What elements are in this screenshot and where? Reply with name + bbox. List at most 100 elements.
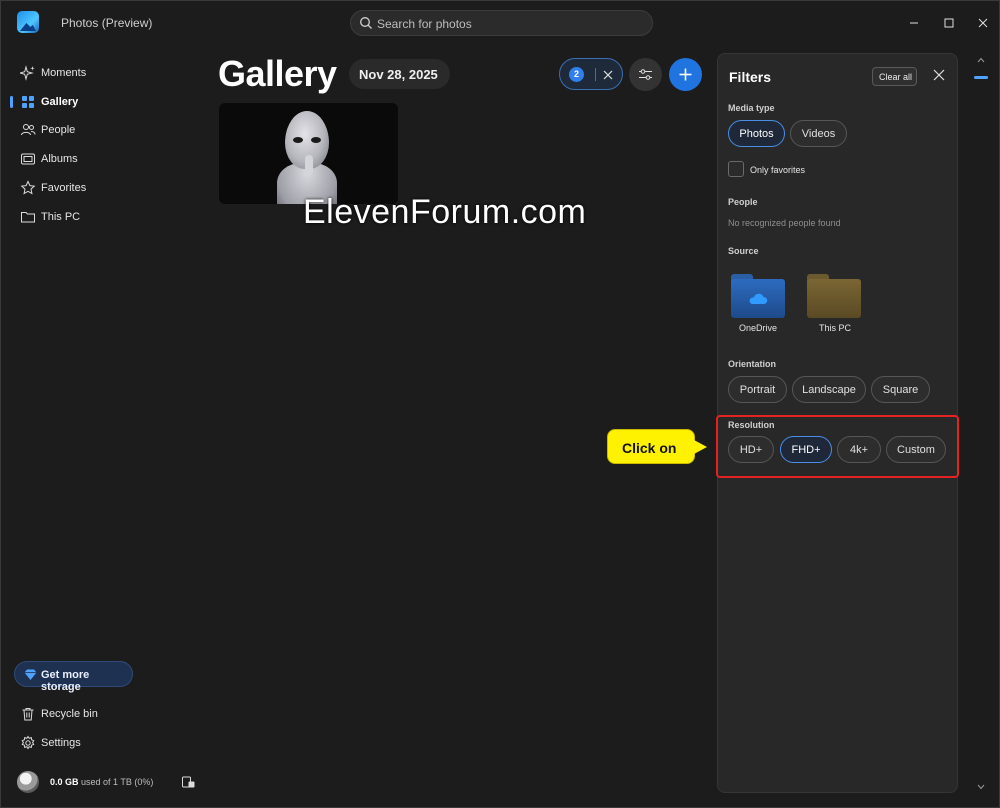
filters-panel: Filters Clear all Media type Photos Vide… (716, 53, 959, 793)
pill-label: 4k+ (849, 444, 869, 456)
scroll-down-icon[interactable] (977, 784, 985, 790)
title-bar: Photos (Preview) Search for photos (1, 1, 1000, 45)
callout-text: Click on (622, 440, 677, 456)
clear-filters-icon[interactable] (601, 68, 615, 82)
sidebar-item-label: Settings (41, 737, 81, 749)
resolution-label: Resolution (728, 420, 775, 430)
pill-label: FHD+ (791, 444, 821, 456)
photo-thumbnail[interactable] (219, 103, 398, 204)
plus-icon (679, 68, 692, 81)
account-avatar[interactable] (17, 771, 39, 793)
orientation-landscape-pill[interactable]: Landscape (792, 376, 866, 403)
diamond-icon (24, 669, 37, 680)
pill-label: Photos (739, 128, 774, 140)
media-type-photos-pill[interactable]: Photos (728, 120, 785, 147)
maximize-icon[interactable] (939, 13, 959, 33)
people-label: People (728, 197, 758, 207)
sidebar-item-albums[interactable]: Albums (11, 146, 201, 172)
this-pc-folder-icon[interactable] (807, 274, 861, 318)
pill-label: Square (882, 384, 919, 396)
date-pill[interactable]: Nov 28, 2025 (349, 59, 450, 89)
click-on-callout: Click on (607, 429, 707, 464)
storage-usage: 0.0 GB used of 1 TB (0%) (50, 777, 153, 787)
clear-all-label: Clear all (879, 72, 913, 82)
photos-app-window: Photos (Preview) Search for photos Momen… (0, 0, 1000, 808)
sidebar-item-label: Albums (41, 153, 78, 165)
sidebar-item-label: Favorites (41, 182, 87, 194)
resolution-fhd-pill[interactable]: FHD+ (780, 436, 832, 463)
star-icon (20, 180, 36, 195)
active-filters-chip[interactable]: 2 (559, 58, 623, 90)
pill-label: Landscape (802, 384, 856, 396)
sidebar-item-favorites[interactable]: Favorites (11, 175, 201, 201)
scroll-up-icon[interactable] (977, 57, 985, 63)
onedrive-sync-icon[interactable] (181, 775, 195, 789)
cloud-icon (749, 293, 768, 304)
search-input[interactable]: Search for photos (377, 17, 472, 31)
storage-button-label: Get more storage (41, 669, 90, 693)
folder-icon (21, 212, 35, 223)
sliders-icon (639, 69, 652, 80)
alien-eye-left (293, 137, 303, 143)
onedrive-folder-icon[interactable] (731, 274, 785, 318)
watermark-text: ElevenForum.com (303, 193, 587, 231)
sidebar-item-people[interactable]: People (11, 117, 201, 143)
only-favorites-label: Only favorites (750, 165, 806, 175)
sidebar-item-gallery[interactable]: Gallery (10, 89, 201, 115)
pill-label: Custom (897, 444, 935, 456)
alien-figure-hand (305, 155, 313, 175)
page-title: Gallery (218, 53, 337, 94)
storage-used-rest: used of 1 TB (0%) (81, 777, 154, 787)
date-label: Nov 28, 2025 (359, 67, 438, 82)
filters-title: Filters (729, 69, 772, 85)
sidebar-item-recycle-bin[interactable]: Recycle bin (11, 701, 201, 727)
sidebar-item-label: Moments (41, 67, 87, 79)
sidebar-item-label: This PC (41, 211, 81, 223)
filter-count-badge: 2 (569, 67, 584, 82)
photos-app-logo-icon (17, 11, 39, 33)
orientation-label: Orientation (728, 359, 777, 369)
chip-divider (595, 68, 596, 81)
pill-label: Videos (801, 128, 836, 140)
gear-icon (21, 735, 35, 750)
sidebar-item-moments[interactable]: Moments (11, 60, 201, 86)
pill-label: HD+ (739, 444, 763, 456)
source-onedrive-label: OneDrive (739, 323, 778, 333)
sparkle-icon (20, 65, 35, 81)
albums-icon (21, 153, 35, 165)
get-more-storage-button[interactable]: Get more storage (14, 661, 133, 693)
sidebar-item-label: Recycle bin (41, 708, 98, 720)
alien-eye-right (311, 137, 321, 143)
app-title: Photos (Preview) (61, 16, 153, 30)
orientation-square-pill[interactable]: Square (871, 376, 930, 403)
source-label: Source (728, 246, 759, 256)
trash-icon (22, 708, 34, 721)
sidebar-item-label: Gallery (41, 96, 79, 108)
close-icon[interactable] (932, 68, 946, 82)
resolution-4k-pill[interactable]: 4k+ (837, 436, 881, 463)
orientation-portrait-pill[interactable]: Portrait (728, 376, 787, 403)
storage-used-value: 0.0 GB (50, 777, 79, 787)
scrollbar-thumb[interactable] (974, 76, 988, 79)
people-empty-message: No recognized people found (728, 218, 841, 228)
active-indicator (10, 96, 13, 108)
search-icon (360, 17, 372, 29)
people-icon (21, 124, 36, 136)
gallery-icon (22, 96, 34, 108)
source-this-pc-label: This PC (819, 323, 852, 333)
media-type-label: Media type (728, 103, 775, 113)
media-type-videos-pill[interactable]: Videos (790, 120, 847, 147)
add-button[interactable] (669, 58, 702, 91)
search-box[interactable]: Search for photos (350, 10, 653, 36)
resolution-custom-pill[interactable]: Custom (886, 436, 946, 463)
minimize-icon[interactable] (904, 13, 924, 33)
sidebar-item-this-pc[interactable]: This PC (11, 204, 201, 230)
sidebar-item-label: People (41, 124, 76, 136)
sidebar-item-settings[interactable]: Settings (11, 730, 201, 756)
filter-options-button[interactable] (629, 58, 662, 91)
clear-all-button[interactable]: Clear all (872, 67, 917, 86)
resolution-hd-pill[interactable]: HD+ (728, 436, 774, 463)
only-favorites-checkbox[interactable] (728, 161, 744, 177)
window-close-icon[interactable] (973, 13, 993, 33)
pill-label: Portrait (739, 384, 776, 396)
